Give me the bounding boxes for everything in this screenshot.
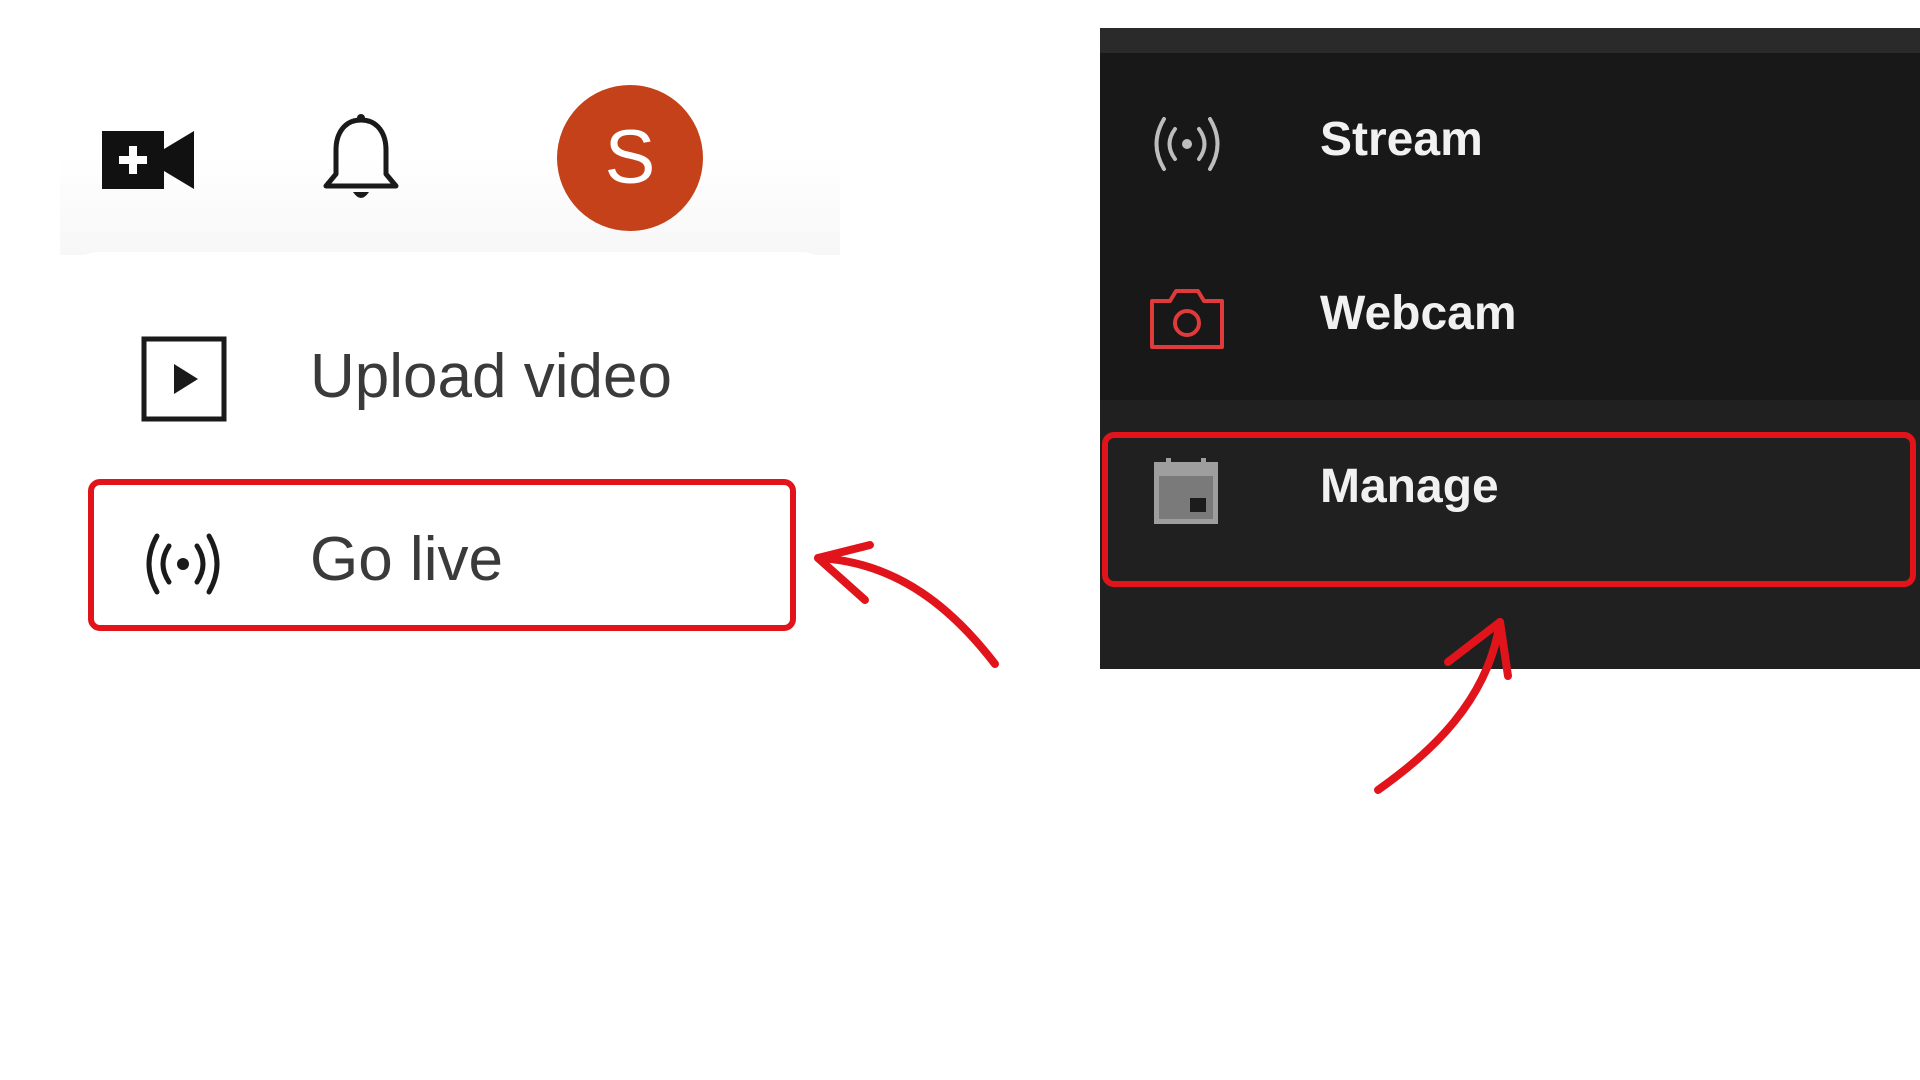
menu-item-label: Upload video <box>310 342 672 411</box>
play-square-icon <box>141 336 227 422</box>
panel-top-strip <box>1100 28 1920 53</box>
broadcast-icon <box>1154 117 1220 171</box>
camera-icon <box>1150 289 1224 349</box>
menu-item-label: Stream <box>1320 113 1483 166</box>
bell-icon[interactable] <box>318 112 404 208</box>
highlight-box-go-live <box>88 479 796 631</box>
menu-item-stream[interactable]: Stream <box>1100 53 1920 227</box>
arrow-to-go-live <box>814 541 999 668</box>
menu-item-label: Webcam <box>1320 287 1517 340</box>
avatar[interactable]: S <box>557 85 703 231</box>
menu-item-upload-video[interactable]: Upload video <box>60 312 840 442</box>
tutorial-screenshot: S Upload video Go live Stream Webcam Man… <box>0 0 1920 1080</box>
menu-item-webcam[interactable]: Webcam <box>1100 227 1920 401</box>
video-camera-plus-icon[interactable] <box>100 127 196 193</box>
highlight-box-manage <box>1102 432 1916 587</box>
